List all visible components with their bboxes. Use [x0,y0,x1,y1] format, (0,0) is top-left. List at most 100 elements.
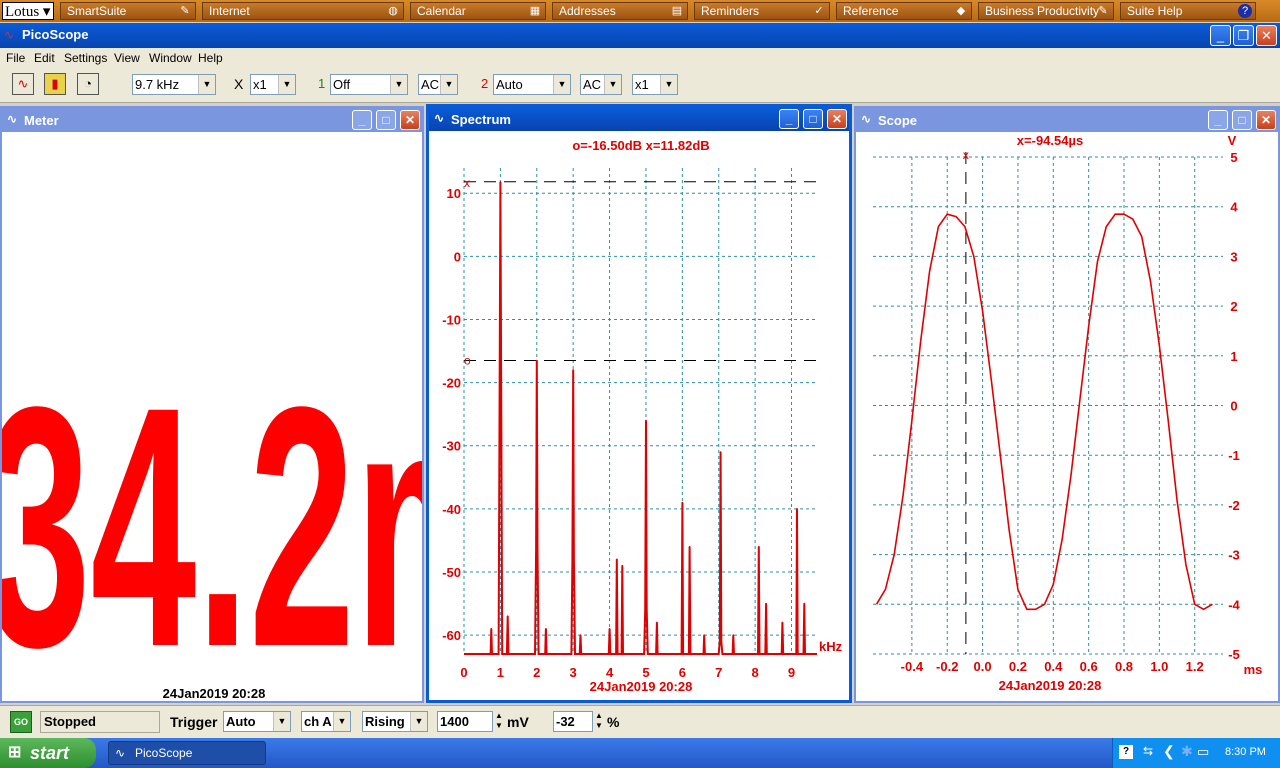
display-icon[interactable]: ▭ [1197,744,1209,760]
trigger-mode-select[interactable]: Auto ▼ [223,711,291,732]
scope-view-icon[interactable]: ∿ [12,73,34,95]
calendar-icon: ▦ [529,5,541,17]
smartsuite-drawer[interactable]: SmartSuite ✎ [60,2,196,20]
x-tick-label: 3 [570,665,577,680]
scope-trace [875,213,1213,611]
business-productivity-drawer[interactable]: Business Productivity ✎ [978,2,1114,20]
toolbar: ∿ ▮ ◔ 9.7 kHz ▼ X x1 ▼ 1 Off ▼ AC ▼ 2 Auto ▼ … [0,68,1280,103]
ch2-multiplier-select[interactable]: x1 ▼ [632,74,678,95]
menu-settings[interactable]: Settings [64,51,107,65]
spectrum-peak-point [645,419,647,422]
drawer-label: Addresses [559,4,616,18]
y-tick-label: -50 [442,565,461,580]
spectrum-peak-point [545,627,547,630]
menu-view[interactable]: View [114,51,140,65]
spectrum-peak-point [703,634,705,636]
picoscope-icon: ∿ [861,112,872,126]
scope-title-bar: ∿ Scope _ □ ✕ [856,108,1278,132]
spectrum-minimize-button[interactable]: _ [779,109,799,129]
app-title: PicoScope [22,27,89,42]
calendar-drawer[interactable]: Calendar ▦ [410,2,546,20]
meter-view-icon[interactable]: ◔ [77,73,99,95]
bluetooth-icon[interactable]: ✱ [1181,743,1193,760]
menu-help[interactable]: Help [198,51,223,65]
meter-window: ∿ Meter _ □ ✕ 2934.2mV 24Jan2019 20:28 [0,106,424,703]
cursor-o-marker: o [464,354,471,368]
spectrum-maximize-button[interactable]: □ [803,109,823,129]
menu-window[interactable]: Window [149,51,192,65]
system-tray: ? ⇆ ❮ ✱ ▭ 8:30 PM [1112,738,1280,768]
ch1-coupling-select[interactable]: AC ▼ [418,74,458,95]
meter-maximize-button[interactable]: □ [376,110,396,130]
start-button[interactable]: ⊞ start [0,738,96,768]
network-icon[interactable]: ⇆ [1143,744,1153,758]
reminders-drawer[interactable]: Reminders ✓ [694,2,830,20]
scope-minimize-button[interactable]: _ [1208,110,1228,130]
scope-chart[interactable]: -0.4 -0.2 0.0 0.2 0.4 0.6 0.8 1.0 1.2 5 4 3 2 1 0 -1 -2 -… [856,132,1278,701]
menu-edit[interactable]: Edit [34,51,55,65]
reference-drawer[interactable]: Reference ◆ [836,2,972,20]
restore-button[interactable]: ❐ [1233,25,1254,46]
scope-readout: x=-94.54µs [1017,133,1083,148]
y-tick-label: 0 [1230,399,1237,414]
x-tick-label: 0.2 [1009,659,1027,674]
spectrum-close-button[interactable]: ✕ [827,109,847,129]
x-tick-label: 2 [533,665,540,680]
spectrum-peak-point [803,602,806,605]
ch1-range-select[interactable]: Off ▼ [330,74,408,95]
spectrum-timestamp: 24Jan2019 20:28 [590,679,693,694]
taskbar-app-label: PicoScope [135,746,193,760]
suite-help-drawer[interactable]: Suite Help? [1120,2,1256,20]
x-axis-unit: kHz [819,639,843,654]
meter-minimize-button[interactable]: _ [352,110,372,130]
spectrum-peak-point [719,451,722,453]
trigger-channel-value: ch A [304,714,332,729]
channel-1-label: 1 [318,76,326,91]
spectrum-peak-point [608,627,611,630]
spectrum-peak-point [621,564,624,567]
spectrum-peak-point [506,615,509,617]
lotus-smartsuite-bar: Lotus ▾ SmartSuite ✎ Internet ◍ Calendar ▦ … [0,0,1280,22]
meter-reading: 2934.2mV [2,336,422,701]
timebase-select[interactable]: 9.7 kHz ▼ [132,74,216,95]
addresses-drawer[interactable]: Addresses ▤ [552,2,688,20]
menu-file[interactable]: File [6,51,25,65]
spectrum-chart[interactable]: 0 1 2 3 4 5 6 7 8 9 10 0 -10 -20 -30 -40 -50 -60 kHz o=-16.… [429,131,849,699]
lotus-logo[interactable]: Lotus ▾ [2,2,54,20]
ch2-range-select[interactable]: Auto ▼ [493,74,571,95]
x-tick-label: 8 [752,665,759,680]
x-tick-label: 5 [642,665,649,680]
close-button[interactable]: ✕ [1256,25,1277,46]
spectrum-title: Spectrum [451,112,511,127]
taskbar-app-picoscope[interactable]: ∿ PicoScope [108,741,266,765]
pretrigger-spinner[interactable]: ▲ ▼ [593,711,605,733]
internet-drawer[interactable]: Internet ◍ [202,2,404,20]
chevron-down-icon: ▼ [333,712,350,731]
trigger-level-input[interactable]: 1400 [437,711,493,732]
pretrigger-input[interactable]: -32 [553,711,593,732]
spectrum-peak-point [757,545,760,548]
chevron-down-icon: ▼ [440,75,457,94]
spectrum-view-icon[interactable]: ▮ [44,73,66,95]
ch2-coupling-value: AC [583,77,602,92]
trigger-channel-select[interactable]: ch A ▼ [301,711,351,732]
y-tick-label: 5 [1230,150,1237,165]
go-button[interactable]: GO [10,711,32,733]
trigger-level-spinner[interactable]: ▲ ▼ [493,711,505,733]
run-state: Stopped [40,711,160,733]
meter-close-button[interactable]: ✕ [400,110,420,130]
ch2-coupling-select[interactable]: AC ▼ [580,74,622,95]
scope-maximize-button[interactable]: □ [1232,110,1252,130]
spectrum-peak-point [616,558,618,561]
x-tick-label: 0.8 [1115,659,1133,674]
y-tick-label: 10 [447,186,461,201]
spectrum-peak-point [688,545,691,548]
scope-close-button[interactable]: ✕ [1256,110,1276,130]
help-icon[interactable]: ? [1119,745,1133,759]
back-arrow-icon[interactable]: ❮ [1163,743,1175,760]
minimize-button[interactable]: _ [1210,25,1231,46]
multiplier-select[interactable]: x1 ▼ [250,74,296,95]
y-axis-unit: V [1228,133,1237,148]
channel-2-label: 2 [481,76,489,91]
trigger-edge-select[interactable]: Rising ▼ [362,711,428,732]
